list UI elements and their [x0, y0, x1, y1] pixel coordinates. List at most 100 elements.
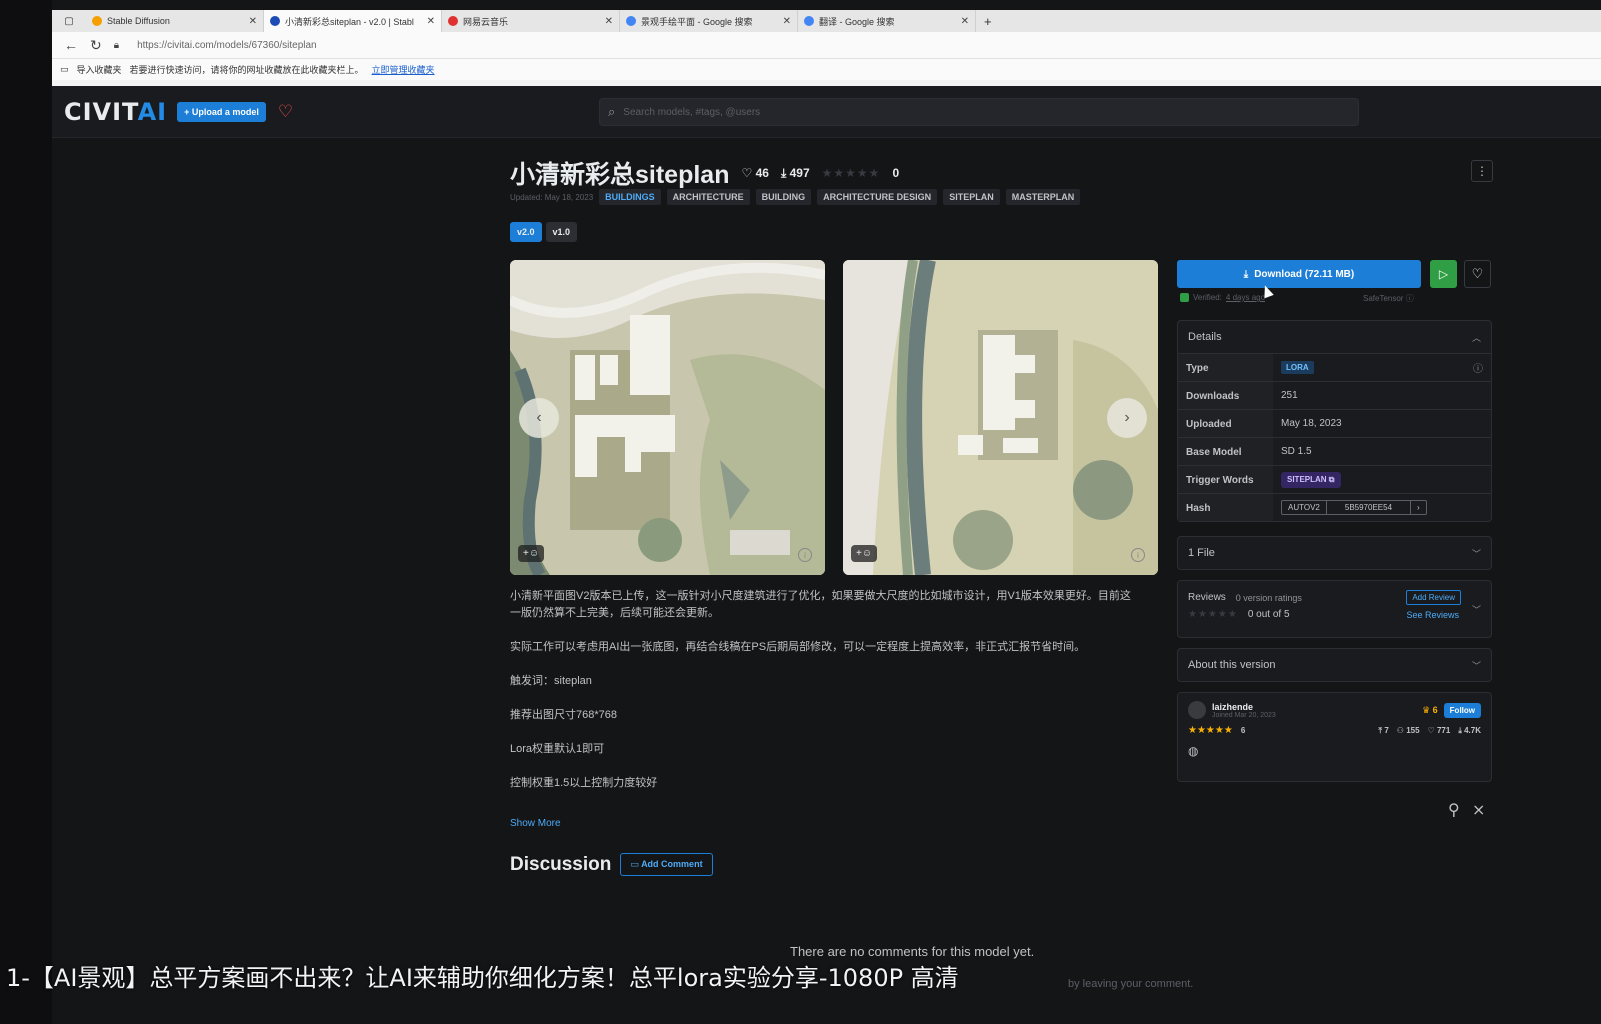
creator-card: laizhende Joined Mar 20, 2023 ♛ 6 Follow… [1177, 692, 1492, 782]
close-icon[interactable]: ✕ [605, 16, 613, 27]
detail-value: 251 [1281, 390, 1298, 401]
hash-type[interactable]: AUTOV2 [1282, 501, 1327, 514]
details-header[interactable]: Details ︿ [1178, 321, 1491, 353]
search-input[interactable]: ⌕ Search models, #tags, @users [599, 98, 1359, 126]
tab-actions-icon[interactable]: ▢ [52, 10, 86, 32]
version-tab-v2[interactable]: v2.0 [510, 222, 542, 242]
tag-chip[interactable]: ARCHITECTURE [666, 189, 750, 205]
hash-selector[interactable]: AUTOV2 5B5970EE54 › [1281, 500, 1427, 515]
tag-chip[interactable]: ARCHITECTURE DESIGN [817, 189, 938, 205]
details-panel: Details ︿ Type LORA ⓘ Downloads 251 Uploa… [1177, 320, 1492, 522]
model-description: 小清新平面图V2版本已上传，这一版针对小尺度建筑进行了优化，如果要做大尺度的比如… [510, 588, 1140, 809]
avatar[interactable] [1188, 701, 1206, 719]
see-reviews-link[interactable]: See Reviews [1406, 610, 1459, 620]
lock-icon[interactable]: 🔒︎ [114, 40, 119, 51]
carousel-prev-button[interactable]: ‹ [519, 398, 559, 438]
reviews-title: Reviews [1188, 592, 1226, 603]
detail-row-type: Type LORA ⓘ [1178, 353, 1491, 381]
show-more-link[interactable]: Show More [510, 818, 561, 829]
google-favicon-icon [804, 16, 814, 26]
add-reaction-icon[interactable]: +☺ [851, 545, 878, 562]
tab-title: 景观手绘平面 - Google 搜索 [641, 16, 753, 27]
description-paragraph: 小清新平面图V2版本已上传，这一版针对小尺度建筑进行了优化，如果要做大尺度的比如… [510, 590, 1131, 619]
copy-icon: ⧉ [1328, 474, 1335, 484]
page-title: 小清新彩总siteplan [510, 161, 730, 189]
back-arrow-icon[interactable]: ← [64, 37, 78, 53]
trigger-word-chip[interactable]: SITEPLAN ⧉ [1281, 471, 1341, 488]
heart-icon: ♡ [741, 166, 753, 180]
carousel-next-button[interactable]: › [1107, 398, 1147, 438]
verified-date-link[interactable]: 4 days ago [1226, 293, 1265, 302]
rating-count: 0 [892, 166, 900, 180]
tag-row: Updated: May 18, 2023 BUILDINGS ARCHITEC… [510, 189, 1081, 205]
tab-stable-diffusion[interactable]: Stable Diffusion ✕ [86, 10, 264, 32]
tag-chip[interactable]: BUILDINGS [599, 189, 661, 205]
info-icon[interactable]: i [798, 548, 812, 562]
reviews-count: 0 version ratings [1235, 592, 1302, 603]
favorite-button[interactable]: ♡ [1464, 260, 1491, 288]
creator-info: laizhende Joined Mar 20, 2023 ♛ 6 Follow… [1178, 693, 1491, 766]
screen: ▢ Stable Diffusion ✕ 小清新彩总siteplan - v2.… [0, 0, 1601, 1024]
user-check-icon[interactable]: ⚲ [1448, 800, 1460, 820]
new-tab-icon[interactable]: + [976, 14, 1000, 29]
download-icon: ⤓ [1458, 725, 1462, 735]
globe-icon[interactable]: ◍ [1188, 744, 1481, 758]
chevron-down-icon[interactable]: ﹀ [1472, 603, 1481, 616]
civitai-logo[interactable]: CIVITAI [64, 98, 167, 126]
folder-icon: ▭ [60, 64, 69, 74]
info-icon[interactable]: i [1131, 548, 1145, 562]
info-icon[interactable]: ⓘ [1406, 294, 1414, 303]
chevron-right-icon[interactable]: › [1411, 501, 1426, 514]
url-field[interactable]: https://civitai.com/models/67360/sitepla… [137, 40, 317, 51]
tab-google-search-2[interactable]: 翻译 - Google 搜索 ✕ [798, 10, 976, 32]
run-model-button[interactable]: ▷ [1430, 260, 1457, 288]
tab-favicon-icon [448, 16, 458, 26]
play-icon: ▷ [1438, 267, 1449, 281]
video-subtitle: 1-【AI景观】总平方案画不出来？让AI来辅助你细化方案！总平lora实验分享-… [6, 964, 959, 992]
uploads-stat: ⤒ 7 [1379, 726, 1389, 736]
reviews-row: Reviews 0 version ratings Add Review ★★★… [1178, 581, 1491, 629]
crown-badge: ♛ 6 [1422, 705, 1438, 716]
close-icon[interactable]: ✕ [427, 16, 435, 27]
add-comment-button[interactable]: ▭ Add Comment [620, 853, 713, 876]
trigger-word: SITEPLAN [1287, 474, 1327, 484]
upload-model-button[interactable]: + Upload a model [177, 101, 266, 122]
add-reaction-icon[interactable]: +☺ [518, 545, 545, 562]
heart-icon: ♡ [1471, 266, 1484, 281]
follow-button[interactable]: Follow [1443, 702, 1481, 718]
hide-icon[interactable]: ⨯ [1472, 800, 1485, 820]
crown-count: 6 [1432, 704, 1438, 715]
tag-chip[interactable]: SITEPLAN [943, 189, 1000, 205]
heart-icon[interactable]: ♡ [278, 102, 293, 122]
manage-favorites-link[interactable]: 立即管理收藏夹 [372, 63, 435, 76]
info-icon[interactable]: ⓘ [1473, 360, 1483, 375]
version-tab-v1[interactable]: v1.0 [545, 222, 578, 242]
logo-text-accent: AI [137, 97, 168, 126]
add-review-button[interactable]: Add Review [1406, 590, 1461, 605]
creator-name[interactable]: laizhende [1212, 702, 1276, 712]
description-paragraph: 推荐出图尺寸768*768 [510, 709, 617, 721]
description-paragraph: Lora权重默认1即可 [510, 743, 605, 755]
close-icon[interactable]: ✕ [249, 16, 257, 27]
tab-netease-music[interactable]: 网易云音乐 ✕ [442, 10, 620, 32]
tab-title: 小清新彩总siteplan - v2.0 | Stabl [285, 16, 414, 27]
close-icon[interactable]: ✕ [961, 16, 969, 27]
tab-civitai[interactable]: 小清新彩总siteplan - v2.0 | Stabl ✕ [264, 10, 442, 32]
hash-value[interactable]: 5B5970EE54 [1327, 501, 1412, 514]
more-options-icon[interactable]: ⋮ [1471, 160, 1493, 182]
reload-icon[interactable]: ↻ [90, 37, 102, 54]
rating-stars[interactable]: ★★★★★ [822, 166, 881, 180]
tag-chip[interactable]: BUILDING [755, 189, 812, 205]
tab-google-search-1[interactable]: 景观手绘平面 - Google 搜索 ✕ [620, 10, 798, 32]
detail-key: Base Model [1178, 438, 1273, 465]
import-favorites-link[interactable]: 导入收藏夹 [77, 63, 122, 76]
description-paragraph: 触发词：siteplan [510, 675, 592, 687]
about-header[interactable]: About this version ﹀ [1178, 649, 1491, 681]
description-paragraph: 控制权重1.5以上控制力度较好 [510, 777, 658, 789]
tag-chip[interactable]: MASTERPLAN [1005, 189, 1081, 205]
search-placeholder: Search models, #tags, @users [623, 106, 761, 118]
close-icon[interactable]: ✕ [783, 16, 791, 27]
download-button[interactable]: ⤓ Download (72.11 MB) [1177, 260, 1421, 288]
files-header[interactable]: 1 File ﹀ [1178, 537, 1491, 569]
discussion-title: Discussion [510, 853, 612, 875]
